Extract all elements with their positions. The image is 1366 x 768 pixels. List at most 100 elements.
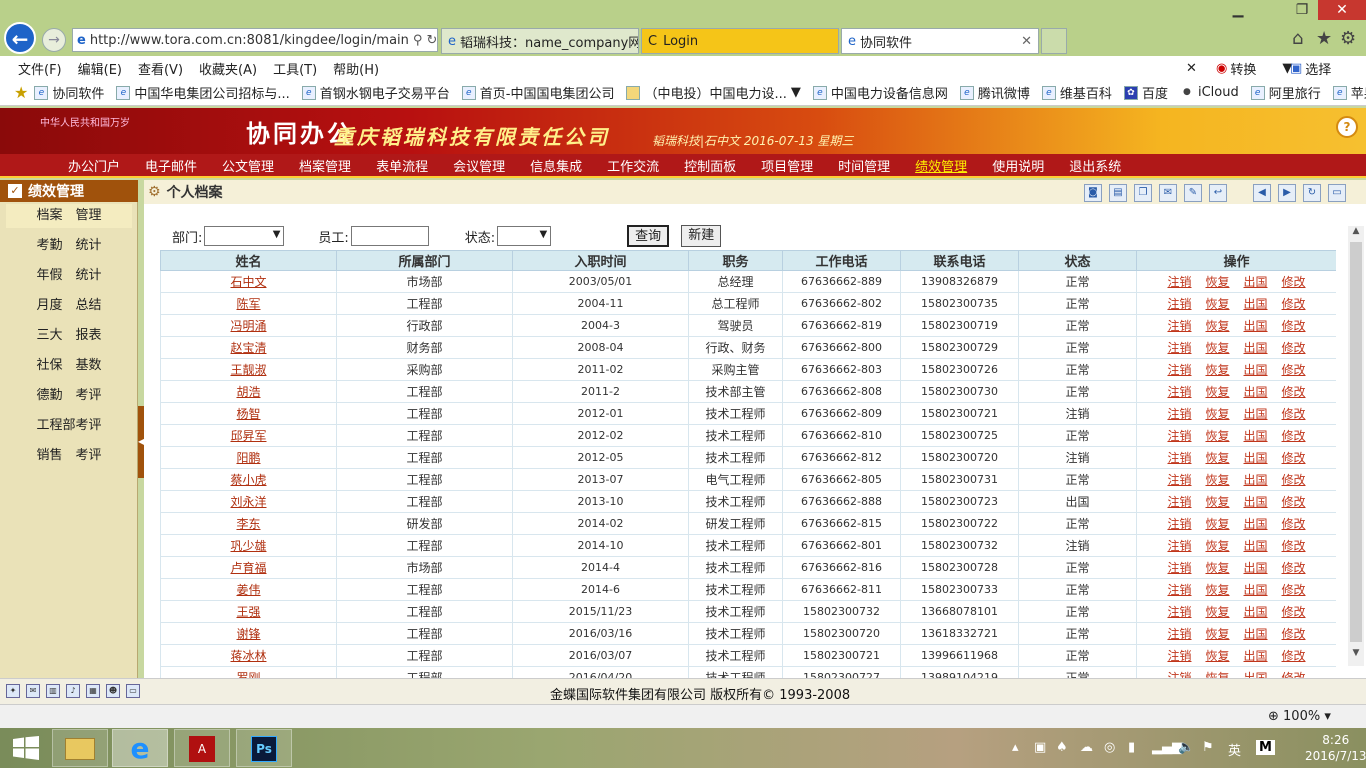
new-tab-button[interactable] (1041, 28, 1067, 54)
cell-name[interactable]: 阳鹏 (160, 446, 337, 469)
restore-link[interactable]: 恢复 (1205, 297, 1229, 311)
favorite-link[interactable]: e 腾讯微博 (959, 83, 1030, 102)
restore-link[interactable]: 恢复 (1205, 319, 1229, 333)
sidebar-item-evaluation[interactable]: 德勤 考评 (6, 384, 132, 408)
cell-name[interactable]: 巩少雄 (160, 534, 337, 557)
close-tab-icon[interactable]: ✕ (1021, 34, 1032, 49)
cloud-icon[interactable]: ☁ (1080, 740, 1093, 755)
cell-name[interactable]: 蒋冰林 (160, 644, 337, 667)
menu-edit[interactable]: 编辑(E) (78, 59, 122, 78)
speaker-icon[interactable]: ♪ (66, 684, 80, 698)
favorite-link[interactable]: e苹果中国 (1332, 83, 1366, 102)
prev-icon[interactable]: ◀ (1253, 184, 1271, 202)
sync-icon[interactable]: ◎ (1104, 740, 1115, 755)
abroad-link[interactable]: 出国 (1244, 671, 1268, 678)
help-icon[interactable]: ? (1336, 116, 1358, 138)
menu-favorites[interactable]: 收藏夹(A) (199, 59, 257, 78)
sidebar-item-annual-leave[interactable]: 年假 统计 (6, 264, 132, 288)
edit-icon[interactable]: ✎ (1184, 184, 1202, 202)
sidebar-item-reports[interactable]: 三大 报表 (6, 324, 132, 348)
restore-link[interactable]: 恢复 (1205, 605, 1229, 619)
back-button[interactable]: ← (4, 22, 36, 54)
edit-link[interactable]: 修改 (1282, 627, 1306, 641)
explorer-taskbar-icon[interactable] (52, 729, 108, 767)
search-icon[interactable]: ⚲ ↻ (409, 33, 437, 48)
favorite-link[interactable]: e 维基百科 (1041, 83, 1112, 102)
nav-control-panel[interactable]: 控制面板 (684, 156, 736, 175)
user-icon[interactable]: ◙ (1084, 184, 1102, 202)
cancel-link[interactable]: 注销 (1167, 363, 1191, 377)
cancel-link[interactable]: 注销 (1167, 649, 1191, 663)
cell-name[interactable]: 卢育福 (160, 556, 337, 579)
abroad-link[interactable]: 出国 (1244, 517, 1268, 531)
nav-portal[interactable]: 办公门户 (68, 156, 120, 175)
nav-projects[interactable]: 项目管理 (761, 156, 813, 175)
abroad-link[interactable]: 出国 (1244, 583, 1268, 597)
cancel-link[interactable]: 注销 (1167, 341, 1191, 355)
cancel-link[interactable]: 注销 (1167, 517, 1191, 531)
gear-icon[interactable]: ⚙ (1340, 28, 1356, 49)
ie-taskbar-icon[interactable]: e (112, 729, 168, 767)
photoshop-taskbar-icon[interactable]: Ps (236, 729, 292, 767)
favorite-link[interactable]: ● iCloud (1180, 85, 1239, 100)
pdf-taskbar-icon[interactable]: A (174, 729, 230, 767)
browser-tab-1[interactable]: e 韬瑞科技：name_company网... (441, 28, 639, 54)
edit-link[interactable]: 修改 (1282, 671, 1306, 678)
abroad-link[interactable]: 出国 (1244, 275, 1268, 289)
tool-icon[interactable]: ✦ (6, 684, 20, 698)
browser-tab-3[interactable]: e 协同软件 ✕ (841, 28, 1039, 54)
nav-documents[interactable]: 公文管理 (222, 156, 274, 175)
restore-link[interactable]: 恢复 (1205, 385, 1229, 399)
minimize-button[interactable]: ▁ (1222, 0, 1254, 20)
restore-link[interactable]: 恢复 (1205, 495, 1229, 509)
sidebar-item-monthly[interactable]: 月度 总结 (6, 294, 132, 318)
nav-logout[interactable]: 退出系统 (1069, 156, 1121, 175)
abroad-link[interactable]: 出国 (1244, 627, 1268, 641)
cell-name[interactable]: 胡浩 (160, 380, 337, 403)
folder-icon[interactable]: ▭ (126, 684, 140, 698)
restore-link[interactable]: 恢复 (1205, 275, 1229, 289)
edit-link[interactable]: 修改 (1282, 297, 1306, 311)
cell-name[interactable]: 杨智 (160, 402, 337, 425)
users-icon[interactable]: ☻ (106, 684, 120, 698)
qq-icon[interactable]: ♠ (1056, 740, 1068, 755)
restore-link[interactable]: 恢复 (1205, 473, 1229, 487)
tray-chevron-icon[interactable]: ▴ (1012, 740, 1019, 755)
cancel-link[interactable]: 注销 (1167, 495, 1191, 509)
cell-name[interactable]: 罗刚 (160, 666, 337, 678)
restore-link[interactable]: 恢复 (1205, 561, 1229, 575)
cancel-link[interactable]: 注销 (1167, 451, 1191, 465)
abroad-link[interactable]: 出国 (1244, 319, 1268, 333)
next-icon[interactable]: ▶ (1278, 184, 1296, 202)
cell-name[interactable]: 陈军 (160, 292, 337, 315)
select-button[interactable]: ▣ 选择 (1290, 59, 1347, 78)
nav-performance[interactable]: 绩效管理 (915, 156, 967, 175)
favorite-link[interactable]: e 中国华电集团公司招标与... (116, 83, 290, 102)
cell-name[interactable]: 赵宝清 (160, 336, 337, 359)
favorite-link[interactable]: e 首页-中国国电集团公司 (461, 83, 614, 102)
edit-link[interactable]: 修改 (1282, 451, 1306, 465)
zoom-level[interactable]: ⊕ 100% ▾ (1268, 709, 1331, 724)
favorite-link[interactable]: e 首钢水钢电子交易平台 (301, 83, 450, 102)
nav-forms[interactable]: 表单流程 (376, 156, 428, 175)
cell-name[interactable]: 姜伟 (160, 578, 337, 601)
cancel-link[interactable]: 注销 (1167, 275, 1191, 289)
favorite-link[interactable]: e 阿里旅行 (1250, 83, 1321, 102)
cell-name[interactable]: 石中文 (160, 270, 337, 293)
close-window-button[interactable]: ✕ (1318, 0, 1366, 20)
menu-help[interactable]: 帮助(H) (333, 59, 379, 78)
forward-button[interactable]: → (42, 28, 66, 52)
cancel-link[interactable]: 注销 (1167, 319, 1191, 333)
home-icon[interactable]: ⌂ (1292, 28, 1303, 49)
restore-button[interactable]: ❐ (1286, 0, 1318, 20)
window-icon[interactable]: ▭ (1328, 184, 1346, 202)
cell-name[interactable]: 冯明涌 (160, 314, 337, 337)
sidebar-item-engineering-eval[interactable]: 工程部考评 (6, 414, 132, 438)
nav-time[interactable]: 时间管理 (838, 156, 890, 175)
nav-meetings[interactable]: 会议管理 (453, 156, 505, 175)
mail-icon[interactable]: ✉ (1159, 184, 1177, 202)
edit-link[interactable]: 修改 (1282, 385, 1306, 399)
restore-link[interactable]: 恢复 (1205, 363, 1229, 377)
copy-icon[interactable]: ❐ (1134, 184, 1152, 202)
favorite-link[interactable]: e 协同软件 (34, 83, 104, 102)
